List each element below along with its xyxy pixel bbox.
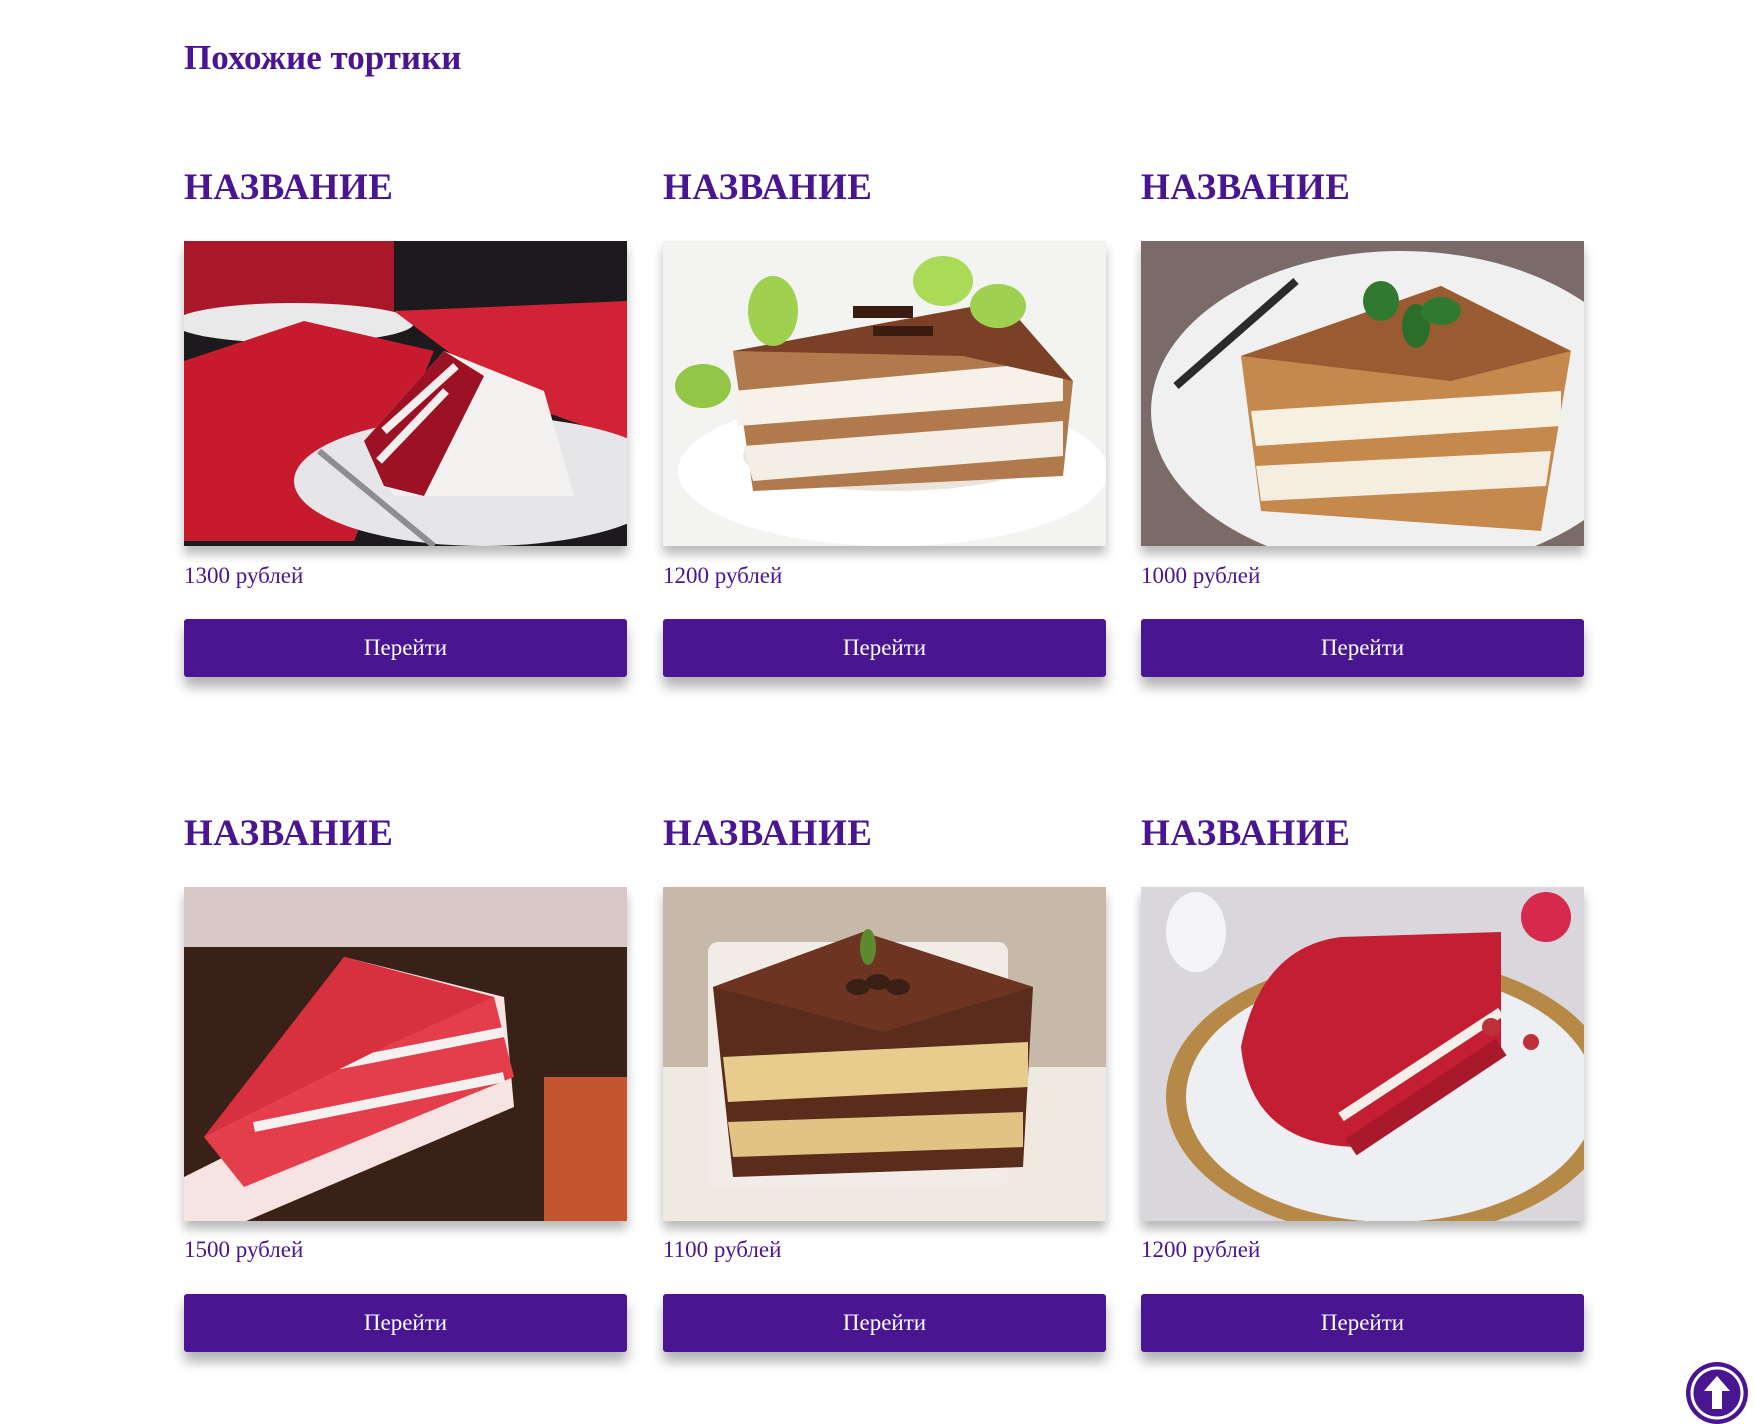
card-title: НАЗВАНИЕ — [184, 167, 394, 208]
scroll-to-top-button[interactable] — [1686, 1362, 1748, 1424]
section-title: Похожие тортики — [184, 38, 462, 77]
card-price: 1500 рублей — [184, 1237, 304, 1262]
go-button[interactable]: Перейти — [1141, 1294, 1584, 1352]
product-card: НАЗВАНИЕ 1200 рублей Перейти — [663, 166, 1106, 686]
card-title: НАЗВАНИЕ — [1141, 167, 1351, 208]
go-button[interactable]: Перейти — [663, 1294, 1106, 1352]
cake-image[interactable] — [184, 887, 627, 1221]
card-title: НАЗВАНИЕ — [663, 167, 873, 208]
cake-image[interactable] — [1141, 887, 1584, 1221]
card-title: НАЗВАНИЕ — [1141, 813, 1351, 854]
product-card: НАЗВАНИЕ 1300 рублей Перейти — [184, 166, 627, 686]
cake-image[interactable] — [184, 241, 627, 546]
go-button[interactable]: Перейти — [663, 619, 1106, 677]
product-card: НАЗВАНИЕ 1100 рублей Перейти — [663, 812, 1106, 1357]
card-title: НАЗВАНИЕ — [663, 813, 873, 854]
product-card: НАЗВАНИЕ 1000 рублей Перейти — [1141, 166, 1584, 686]
product-card: НАЗВАНИЕ 1200 рублей Перейти — [1141, 812, 1584, 1357]
arrow-up-circle-icon — [1690, 1366, 1744, 1420]
product-card: НАЗВАНИЕ 1500 рублей Перейти — [184, 812, 627, 1357]
card-price: 1300 рублей — [184, 563, 304, 588]
go-button[interactable]: Перейти — [1141, 619, 1584, 677]
cake-image[interactable] — [663, 241, 1106, 546]
card-price: 1000 рублей — [1141, 563, 1261, 588]
go-button[interactable]: Перейти — [184, 1294, 627, 1352]
card-title: НАЗВАНИЕ — [184, 813, 394, 854]
card-price: 1200 рублей — [663, 563, 783, 588]
cake-image[interactable] — [1141, 241, 1584, 546]
cake-image[interactable] — [663, 887, 1106, 1221]
card-price: 1100 рублей — [663, 1237, 782, 1262]
go-button[interactable]: Перейти — [184, 619, 627, 677]
card-price: 1200 рублей — [1141, 1237, 1261, 1262]
